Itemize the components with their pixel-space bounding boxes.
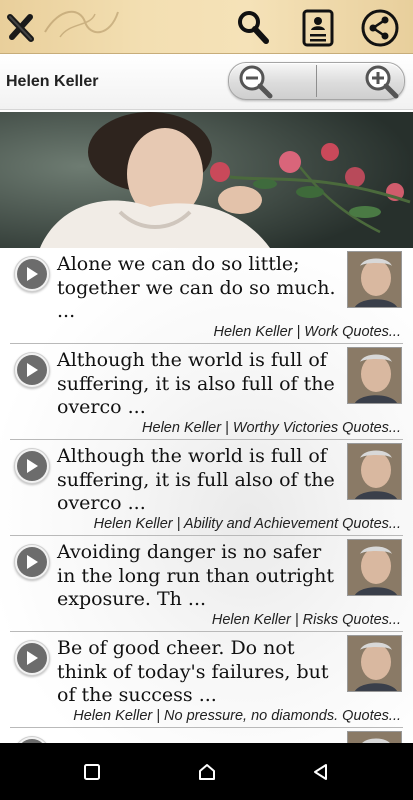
- home-button[interactable]: [193, 758, 221, 786]
- play-button[interactable]: [14, 736, 50, 743]
- quote-source: Helen Keller | Risks Quotes...: [211, 612, 401, 628]
- square-icon: [84, 764, 100, 780]
- author-thumbnail: [347, 347, 402, 404]
- quote-source: Helen Keller | Work Quotes...: [213, 324, 401, 340]
- zoom-control: [228, 62, 405, 100]
- play-icon: [27, 459, 38, 473]
- quote-text: Alone we can do so little; together we c…: [57, 253, 336, 322]
- recent-apps-button[interactable]: [78, 758, 106, 786]
- ornament-decoration: [44, 10, 119, 38]
- author-thumbnail: [347, 251, 402, 308]
- author-thumbnail: [347, 539, 402, 596]
- author-book-icon: [302, 9, 334, 47]
- home-icon: [199, 764, 215, 780]
- author-photo: [0, 112, 413, 248]
- system-navigation-bar: [0, 743, 413, 800]
- play-button[interactable]: [14, 640, 50, 676]
- zoom-out-button[interactable]: [229, 63, 316, 99]
- share-icon: [361, 9, 399, 47]
- play-icon: [27, 363, 38, 377]
- author-thumbnail: [347, 443, 402, 500]
- play-button[interactable]: [14, 448, 50, 484]
- zoom-in-button[interactable]: [317, 63, 405, 99]
- quote-list[interactable]: Alone we can do so little; together we c…: [0, 248, 413, 743]
- list-item[interactable]: Although the world is full of suffering,…: [10, 344, 403, 440]
- list-item[interactable]: Be of good cheer. Do not think of today'…: [10, 632, 403, 728]
- zoom-in-icon: [365, 65, 399, 99]
- author-thumbnail: [347, 635, 402, 692]
- top-toolbar: [0, 0, 413, 54]
- close-button[interactable]: [2, 10, 38, 46]
- quote-source: Helen Keller | Ability and Achievement Q…: [93, 516, 401, 532]
- back-button[interactable]: [307, 758, 335, 786]
- zoom-out-icon: [239, 65, 273, 99]
- search-button[interactable]: [236, 9, 270, 45]
- play-icon: [27, 555, 38, 569]
- play-icon: [27, 267, 38, 281]
- back-triangle-icon: [314, 764, 327, 780]
- share-button[interactable]: [360, 8, 400, 48]
- list-item-partial[interactable]: [10, 728, 403, 743]
- quote-text: Be of good cheer. Do not think of today'…: [57, 637, 329, 706]
- play-icon: [27, 651, 38, 665]
- play-button[interactable]: [14, 256, 50, 292]
- quote-source: Helen Keller | Worthy Victories Quotes..…: [142, 420, 401, 436]
- page-title: Helen Keller: [6, 73, 99, 90]
- play-button[interactable]: [14, 352, 50, 388]
- quote-source: Helen Keller | No pressure, no diamonds.…: [73, 708, 401, 724]
- quote-text: Avoiding danger is no safer in the long …: [57, 541, 335, 610]
- quote-text: Although the world is full of suffering,…: [57, 445, 335, 514]
- list-item[interactable]: Avoiding danger is no safer in the long …: [10, 536, 403, 632]
- quote-text: Although the world is full of suffering,…: [57, 349, 335, 418]
- list-item[interactable]: Alone we can do so little; together we c…: [10, 248, 403, 344]
- author-portrait-illustration: [0, 112, 413, 248]
- magnifier-icon: [238, 11, 269, 44]
- play-button[interactable]: [14, 544, 50, 580]
- close-x-icon: [7, 14, 34, 42]
- author-info-button[interactable]: [300, 8, 336, 48]
- author-thumbnail: [347, 731, 402, 743]
- list-item[interactable]: Although the world is full of suffering,…: [10, 440, 403, 536]
